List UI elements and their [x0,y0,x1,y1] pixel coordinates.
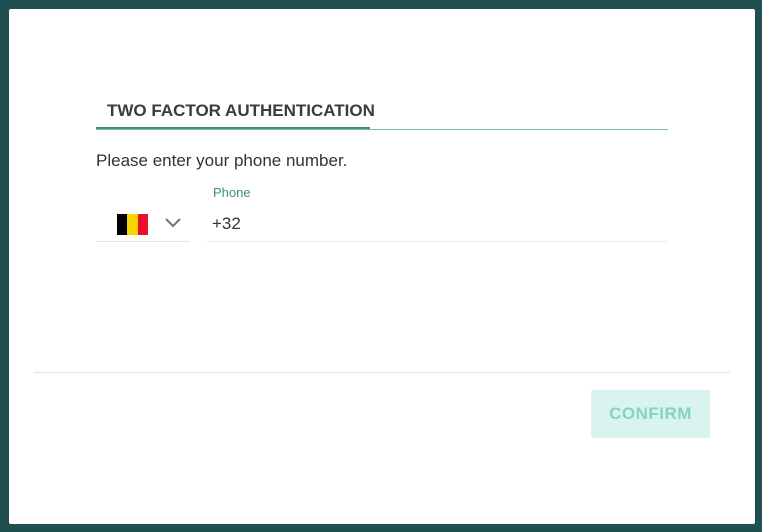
tab-label: TWO FACTOR AUTHENTICATION [107,101,375,120]
instruction-text: Please enter your phone number. [96,151,348,170]
country-code-select[interactable] [96,209,190,242]
confirm-button[interactable]: CONFIRM [591,390,710,438]
belgium-flag-icon [117,214,148,235]
tab-bar: TWO FACTOR AUTHENTICATION [96,93,668,130]
two-factor-dialog: TWO FACTOR AUTHENTICATION Please enter y… [9,9,755,524]
chevron-down-icon [165,218,181,228]
flag-stripe-black [117,214,128,235]
flag-stripe-yellow [127,214,138,235]
footer-divider [34,372,730,373]
tab-two-factor-authentication[interactable]: TWO FACTOR AUTHENTICATION [96,93,375,129]
phone-input[interactable] [207,211,666,237]
flag-stripe-red [137,214,148,235]
phone-field: Phone [207,183,667,242]
phone-label: Phone [213,185,251,200]
